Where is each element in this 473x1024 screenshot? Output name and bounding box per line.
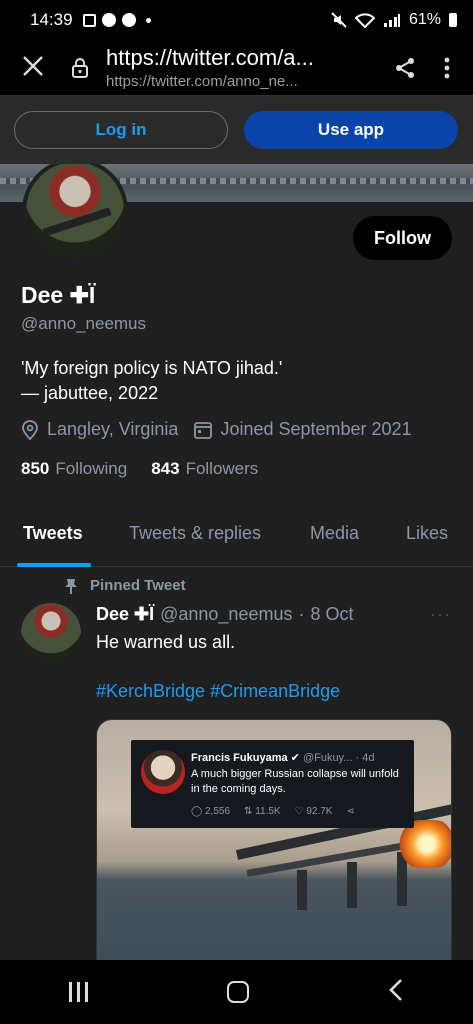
tab-media[interactable]: Media	[310, 523, 359, 544]
login-banner: Log in Use app	[0, 96, 473, 164]
battery-icon	[449, 13, 457, 27]
pin-icon	[65, 578, 77, 594]
status-time: 14:39	[30, 10, 73, 29]
tweet-text: He warned us all.	[96, 632, 236, 652]
quoted-header: Francis Fukuyama ✔ @Fukuy... · 4d	[191, 751, 374, 764]
profile-handle: @anno_neemus	[21, 314, 147, 333]
heart-icon: ♡	[294, 806, 307, 817]
signal-icon	[383, 14, 400, 27]
retweet-count: 11.5K	[255, 806, 281, 817]
pinned-tweet-text: Pinned Tweet	[90, 577, 186, 594]
url-subtitle: https://twitter.com/anno_ne...	[106, 73, 298, 90]
profile-meta: Langley, Virginia Joined September 2021	[21, 419, 428, 440]
share-small-icon: ⋖	[346, 806, 355, 817]
url-bar[interactable]: https://twitter.com/a... https://twitter…	[98, 45, 383, 90]
quoted-stats: ◯ 2,556 ⇅ 11.5K ♡ 92.7K ⋖	[191, 806, 355, 817]
followers-label: Followers	[185, 459, 259, 478]
browser-toolbar: https://twitter.com/a... https://twitter…	[0, 40, 473, 96]
following-link[interactable]: 850 Following	[21, 459, 127, 479]
system-navigation-bar	[0, 960, 473, 1024]
app-notification-icon	[101, 13, 116, 27]
location-item: Langley, Virginia	[21, 419, 178, 440]
location-pin-icon	[22, 419, 38, 440]
profile-bio: 'My foreign policy is NATO jihad.' — jab…	[21, 358, 283, 403]
notification-icons	[82, 13, 151, 27]
tweet-more-icon[interactable]: ···	[430, 604, 451, 625]
tweet-author-handle[interactable]: @anno_neemus	[160, 604, 292, 625]
tweet-author-avatar[interactable]	[21, 603, 81, 663]
mute-icon	[331, 12, 347, 28]
location-text: Langley, Virginia	[47, 419, 179, 439]
app-notification-icon-2	[121, 13, 136, 27]
pinned-tweet-label: Pinned Tweet	[64, 577, 186, 594]
tweet-media-image[interactable]: Francis Fukuyama ✔ @Fukuy... · 4d A much…	[96, 719, 452, 960]
following-label: Following	[55, 459, 128, 478]
quoted-tweet-card: Francis Fukuyama ✔ @Fukuy... · 4d A much…	[131, 740, 414, 828]
share-icon[interactable]	[383, 56, 427, 80]
tweet-separator: ·	[298, 604, 305, 624]
followers-link[interactable]: 843 Followers	[151, 459, 258, 479]
gallery-icon	[82, 13, 96, 27]
url-title: https://twitter.com/a...	[106, 45, 314, 70]
active-tab-indicator	[17, 563, 91, 567]
lock-icon[interactable]	[62, 57, 98, 79]
status-bar: 14:39 61%	[0, 0, 473, 40]
tab-tweets-replies[interactable]: Tweets & replies	[129, 523, 261, 544]
profile-name: Dee ✚Ï	[21, 282, 96, 308]
tab-likes[interactable]: Likes	[406, 523, 448, 544]
tweet-hashtags[interactable]: #KerchBridge #CrimeanBridge	[96, 681, 340, 702]
tab-tweets[interactable]: Tweets	[23, 523, 83, 544]
wifi-icon	[354, 13, 375, 28]
followers-count: 843	[151, 459, 180, 478]
like-count-item: ♡ 92.7K	[295, 806, 333, 817]
reply-count: 2,556	[204, 806, 231, 817]
battery-percent: 61%	[408, 11, 441, 28]
more-notifications-icon	[145, 17, 151, 23]
joined-text: Joined September 2021	[220, 419, 412, 439]
overflow-menu-icon[interactable]	[427, 57, 467, 79]
verified-badge-icon: ✔	[290, 752, 300, 764]
quoted-author-name: Francis Fukuyama	[191, 752, 288, 764]
retweet-count-item: ⇅ 11.5K	[244, 806, 281, 817]
profile-avatar[interactable]	[22, 164, 128, 264]
retweet-icon: ⇅	[244, 806, 256, 817]
tweet-author-name[interactable]: Dee ✚Ï	[96, 604, 154, 625]
reply-icon: ◯	[191, 806, 205, 817]
quoted-text: A much bigger Russian collapse will unfo…	[191, 768, 399, 795]
bridge-pillar	[297, 870, 307, 910]
log-in-button[interactable]: Log in	[14, 111, 228, 149]
back-icon[interactable]	[388, 978, 404, 1007]
tweet-date[interactable]: 8 Oct	[310, 604, 353, 625]
reply-count-item: ◯ 2,556	[191, 806, 230, 817]
profile-tabs: Tweets Tweets & replies Media Likes	[0, 509, 473, 567]
profile-stats: 850 Following 843 Followers	[21, 459, 258, 479]
quoted-author-handle: @Fukuy...	[302, 752, 353, 764]
joined-item: Joined September 2021	[194, 419, 412, 440]
following-count: 850	[21, 459, 50, 478]
home-icon[interactable]	[226, 981, 249, 1003]
use-app-button[interactable]: Use app	[244, 111, 458, 149]
bridge-pillar	[347, 862, 357, 908]
recent-apps-icon[interactable]	[69, 982, 89, 1002]
quoted-author-avatar	[141, 750, 185, 794]
quoted-age: · 4d	[355, 752, 375, 764]
follow-button[interactable]: Follow	[353, 216, 452, 260]
tweet-header: Dee ✚Ï @anno_neemus · 8 Oct	[96, 604, 354, 625]
like-count: 92.7K	[306, 806, 333, 817]
close-tab-icon[interactable]	[22, 52, 62, 84]
profile-content: Follow Dee ✚Ï @anno_neemus 'My foreign p…	[0, 164, 473, 960]
calendar-icon	[194, 421, 213, 439]
